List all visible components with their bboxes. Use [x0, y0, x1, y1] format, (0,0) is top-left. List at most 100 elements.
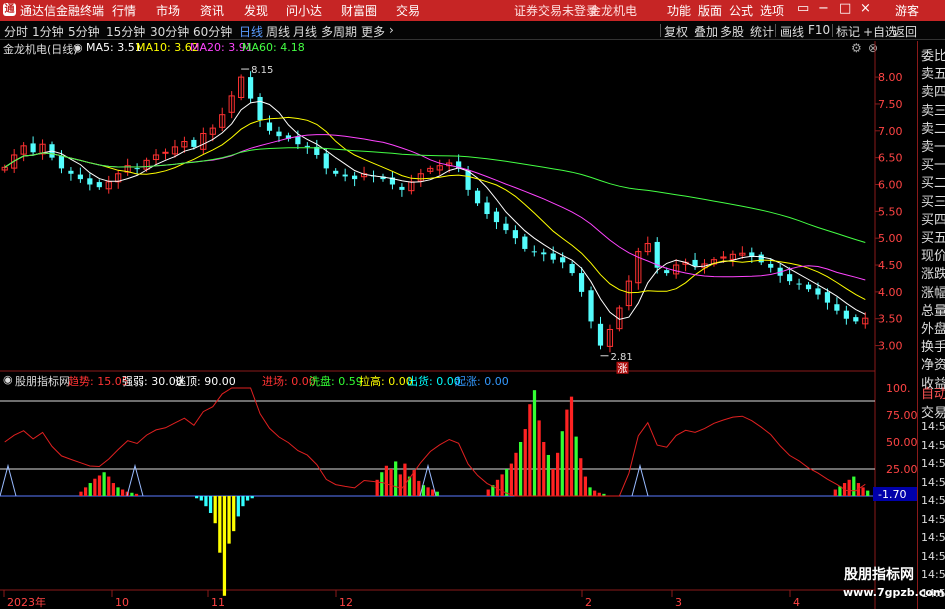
tick-time-5: 14:56: [921, 475, 945, 489]
indicator-tick-label: 50.00: [886, 436, 917, 449]
indicator-tick-label: 25.00: [886, 463, 917, 476]
indicator-bar: [579, 458, 583, 496]
tick-time-2: 14:56: [921, 420, 945, 433]
skin-icon[interactable]: ▭: [797, 1, 809, 16]
period-tab-daily[interactable]: 日线: [239, 23, 263, 40]
restore-icon[interactable]: □: [839, 1, 851, 16]
overlay-button[interactable]: 叠加: [694, 23, 718, 40]
menu-item-discover[interactable]: 发现: [244, 2, 268, 19]
indicator-bar: [134, 493, 139, 496]
tick-time-3: 14:56: [921, 438, 945, 452]
indicator-bar: [486, 489, 490, 496]
add-watchlist-button[interactable]: +自选: [863, 23, 897, 40]
candle: [285, 132, 292, 142]
menu-item-ask[interactable]: 问小达: [286, 2, 322, 19]
period-tab-5min[interactable]: 5分钟: [68, 23, 100, 40]
ma20-line: [4, 134, 866, 281]
current-stock-name: 金龙机电: [589, 4, 638, 18]
indicator-bar: [199, 496, 203, 501]
indicator-bar: [861, 487, 865, 496]
candle: [796, 278, 802, 290]
price-tick-label: 5.00: [878, 232, 903, 245]
quote-label-2: 卖四: [921, 85, 945, 101]
price-tick-label: 7.00: [878, 125, 903, 138]
candle: [68, 167, 74, 181]
user-label[interactable]: 游客: [895, 2, 919, 19]
indicator-bar: [560, 431, 564, 496]
indicator-bar: [514, 452, 518, 496]
quote-label-11: 现价: [921, 249, 945, 265]
period-tab-more[interactable]: 更多: [361, 23, 385, 40]
menu-item-wealth[interactable]: 财富圈: [341, 2, 377, 19]
indicator-bar: [833, 489, 837, 496]
price-tick-label: 4.00: [878, 286, 903, 299]
period-tab-intraday[interactable]: 分时: [4, 23, 28, 40]
indicator-bar: [218, 496, 222, 553]
candle: [352, 171, 358, 187]
indicator-bar: [107, 476, 111, 496]
menu-item-quotes[interactable]: 行情: [112, 2, 136, 19]
period-tab-15min[interactable]: 15分钟: [106, 23, 145, 40]
time-tick-label: 10: [115, 596, 129, 609]
candle: [673, 259, 680, 279]
brand-url: www.7gpzb.com: [843, 586, 945, 599]
tick-time-9: 14:56: [921, 549, 945, 563]
indicator-bar: [88, 483, 92, 496]
candle: [105, 175, 112, 194]
menu-item-layout[interactable]: 版面: [698, 2, 722, 19]
auto-trade-label-1[interactable]: 交易: [921, 402, 945, 421]
indicator-bar: [551, 469, 555, 496]
period-tab-multi[interactable]: 多周期: [321, 23, 357, 40]
price-tick-label: 8.00: [878, 71, 903, 84]
menu-item-function[interactable]: 功能: [667, 2, 691, 19]
mark-button[interactable]: 标记: [836, 23, 860, 40]
candle: [597, 316, 604, 350]
back-button[interactable]: 返回: [893, 23, 917, 40]
quote-label-9: 买四: [921, 212, 945, 228]
period-tab-60min[interactable]: 60分钟: [193, 23, 232, 40]
time-axis: 2023年 10 11 12 2 3 4: [3, 590, 800, 609]
candle: [219, 107, 226, 132]
period-tab-weekly[interactable]: 周线: [266, 23, 290, 40]
chevron-right-icon[interactable]: ›: [389, 23, 394, 37]
candle: [710, 256, 718, 267]
draw-line-button[interactable]: 画线: [780, 23, 804, 40]
period-tab-monthly[interactable]: 月线: [293, 23, 317, 40]
minimize-icon[interactable]: −: [818, 1, 829, 16]
menu-item-formula[interactable]: 公式: [729, 2, 753, 19]
price-tick-label: 3.50: [878, 313, 903, 326]
candle: [474, 187, 481, 206]
menu-item-options[interactable]: 选项: [760, 2, 784, 19]
tick-time-7: 14:56: [921, 512, 945, 526]
f10-button[interactable]: F10: [808, 23, 830, 37]
stats-button[interactable]: 统计: [750, 23, 774, 40]
indicator-bar: [583, 476, 588, 496]
candle: [399, 183, 405, 197]
tick-time-4: 14:56: [921, 457, 945, 470]
adjust-button[interactable]: 复权: [664, 23, 688, 40]
menu-item-market[interactable]: 市场: [156, 2, 180, 19]
menu-item-news[interactable]: 资讯: [200, 2, 224, 19]
close-icon[interactable]: ×: [860, 1, 871, 16]
chart-area[interactable]: 8.00 7.50 7.00 6.50 6.00 5.50 5.00 4.50 4.00 3.50…: [0, 41, 917, 609]
quote-label-12: 涨跌: [921, 267, 945, 283]
period-tab-1min[interactable]: 1分钟: [32, 23, 64, 40]
indicator-bar: [384, 465, 389, 496]
indicator-bar: [509, 463, 513, 496]
login-notice[interactable]: 证券交易未登录: [514, 2, 598, 19]
indicator-axis: 100. 75.00 50.00 25.00 -1.70: [873, 382, 917, 501]
quote-label-17: 净资: [921, 358, 945, 374]
multi-stock-button[interactable]: 多股: [720, 23, 744, 40]
candle: [342, 168, 348, 182]
indicator-bar: [83, 487, 88, 496]
indicator-bar: [116, 487, 120, 496]
candle: [134, 163, 140, 175]
menu-item-trade[interactable]: 交易: [396, 2, 420, 19]
candle: [200, 127, 207, 155]
auto-trade-label-0[interactable]: 自动: [921, 383, 945, 402]
indicator-bar: [565, 409, 569, 496]
period-tab-30min[interactable]: 30分钟: [150, 23, 189, 40]
indicator-bar: [79, 491, 83, 496]
indicator-bar: [426, 487, 430, 496]
indicator-bar: [121, 489, 125, 496]
